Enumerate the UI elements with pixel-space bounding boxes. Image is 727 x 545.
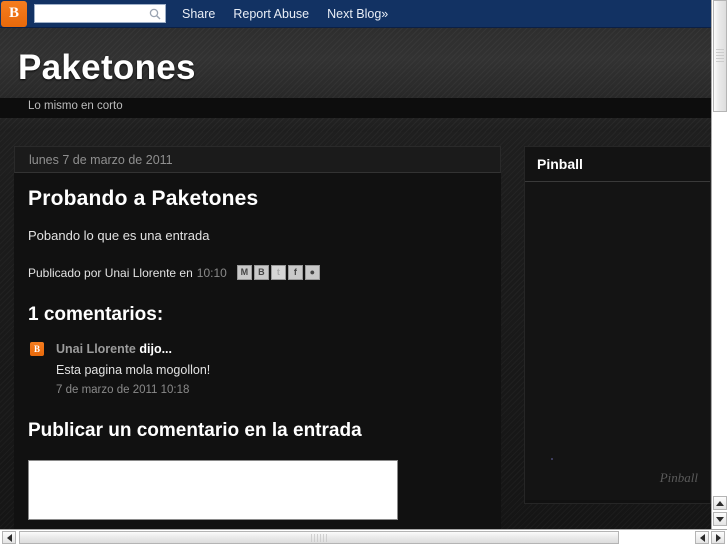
sidebar-gadget-body[interactable]: Pinball <box>525 182 710 500</box>
comment-author[interactable]: Unai Llorente <box>56 342 136 356</box>
scroll-right-button[interactable] <box>711 531 725 544</box>
navbar-links: Share Report Abuse Next Blog» <box>182 7 406 21</box>
buzz-share-icon[interactable]: ● <box>304 265 320 280</box>
navbar-link-next-blog[interactable]: Next Blog» <box>327 7 388 21</box>
blogger-share-icon[interactable]: B <box>253 265 269 280</box>
sidebar: Pinball Pinball <box>524 146 711 504</box>
horizontal-scrollbar[interactable] <box>0 529 727 545</box>
navbar-link-share[interactable]: Share <box>182 7 215 21</box>
post-body: Probando a Paketones Pobando lo que es u… <box>14 173 501 529</box>
triangle-right-icon <box>715 533 721 542</box>
triangle-left-icon <box>6 533 12 542</box>
email-share-icon[interactable]: M <box>236 265 252 280</box>
blogger-logo-letter: B <box>8 5 19 21</box>
sidebar-gadget-title: Pinball <box>525 147 710 182</box>
triangle-left-icon-2 <box>699 533 705 542</box>
blogger-logo-icon[interactable]: B <box>1 0 27 27</box>
comment-avatar-icon: B <box>30 342 44 356</box>
comment-author-line: Unai Llorente dijo... <box>56 342 487 356</box>
comment-item: B Unai Llorente dijo... Esta pagina mola… <box>30 342 487 396</box>
search-icon[interactable] <box>149 8 161 20</box>
blog-page: B Share Report Abuse Next Blog» Paketone… <box>0 0 711 529</box>
twitter-share-icon[interactable]: t <box>270 265 286 280</box>
search-input[interactable] <box>38 6 148 21</box>
post-text: Pobando lo que es una entrada <box>28 228 210 243</box>
triangle-up-icon <box>716 500 724 506</box>
navbar-link-report-abuse[interactable]: Report Abuse <box>233 7 309 21</box>
blog-description: Lo mismo en corto <box>28 100 123 112</box>
share-icons: M B t f ● <box>236 265 322 280</box>
search-box[interactable] <box>34 4 166 23</box>
post-date-band: lunes 7 de marzo de 2011 <box>14 146 501 173</box>
post-date: lunes 7 de marzo de 2011 <box>29 152 173 167</box>
post-footer: Publicado por Unai Llorente en 10:10 M B… <box>28 265 487 280</box>
comment-said-label: dijo... <box>139 342 172 356</box>
pinball-watermark: Pinball <box>659 470 698 485</box>
scroll-down-button[interactable] <box>713 512 727 526</box>
scroll-left-button[interactable] <box>695 531 709 544</box>
scrollbar-grip-icon <box>716 49 724 63</box>
browser-viewport: B Share Report Abuse Next Blog» Paketone… <box>0 0 727 545</box>
comment-text: Esta pagina mola mogollon! <box>56 363 211 377</box>
scroll-up-button[interactable] <box>713 496 727 510</box>
scroll-left-button-start[interactable] <box>2 531 16 544</box>
blog-title[interactable]: Paketones <box>18 48 196 88</box>
blogger-navbar: B Share Report Abuse Next Blog» <box>0 0 711 28</box>
post-title[interactable]: Probando a Paketones <box>28 187 487 211</box>
comments-heading: 1 comentarios: <box>28 304 164 325</box>
horizontal-scrollbar-thumb[interactable] <box>19 531 619 544</box>
triangle-down-icon <box>716 516 724 522</box>
blog-header: Paketones Lo mismo en corto <box>0 28 711 132</box>
pinball-dot <box>551 458 553 460</box>
comment-form-heading: Publicar un comentario en la entrada <box>28 420 362 441</box>
main-column: lunes 7 de marzo de 2011 Probando a Pake… <box>14 146 501 529</box>
facebook-share-icon[interactable]: f <box>287 265 303 280</box>
vertical-scrollbar[interactable] <box>711 0 727 529</box>
vertical-scrollbar-thumb[interactable] <box>713 0 727 112</box>
comment-timestamp[interactable]: 7 de marzo de 2011 10:18 <box>56 384 487 396</box>
post-footer-prefix: Publicado por Unai Llorente en <box>28 265 193 280</box>
post-time[interactable]: 10:10 <box>197 266 227 280</box>
comment-textarea[interactable] <box>28 459 398 520</box>
scrollbar-grip-horizontal-icon <box>311 533 327 542</box>
